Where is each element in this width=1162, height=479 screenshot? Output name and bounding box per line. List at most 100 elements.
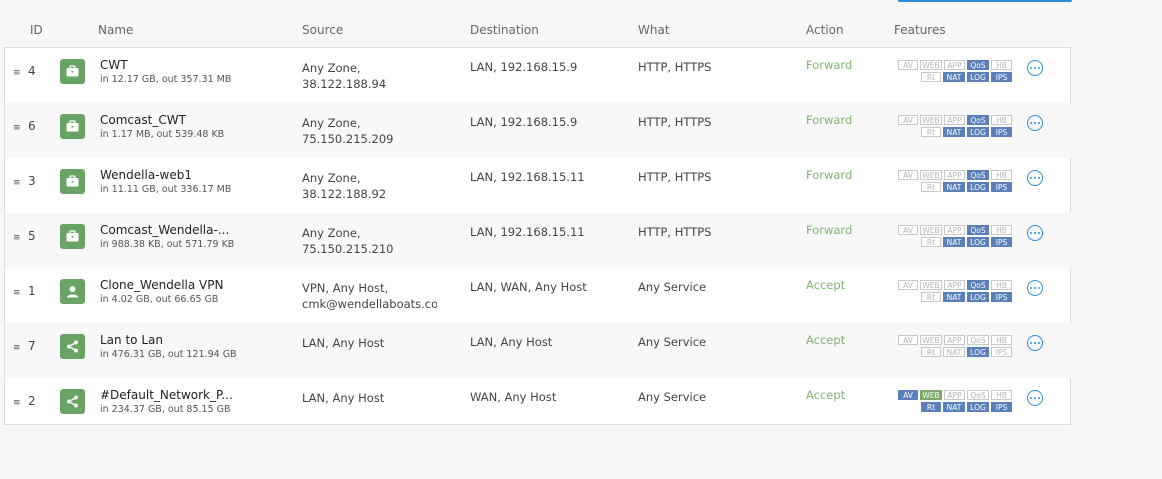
more-options-icon[interactable] <box>1027 225 1043 241</box>
briefcase-icon <box>60 114 85 139</box>
rule-traffic: in 1.17 MB, out 539.48 KB <box>100 129 225 140</box>
briefcase-icon <box>60 224 85 249</box>
rule-source: Any Zone, 75.150.215.210 <box>302 225 437 257</box>
header-what[interactable]: What <box>638 23 670 37</box>
feature-badge-nat: NAT <box>943 347 965 357</box>
header-source[interactable]: Source <box>302 23 343 37</box>
rule-action: Forward <box>806 113 853 127</box>
drag-handle-icon[interactable]: ≡ <box>13 178 20 188</box>
rule-traffic: in 4.02 GB, out 66.65 GB <box>100 294 219 305</box>
header-name[interactable]: Name <box>98 23 133 37</box>
feature-badge-web: WEB <box>920 60 942 70</box>
feature-badges: AV WEB APP QoS HB Rt NAT LOG IPS <box>893 170 1013 192</box>
feature-badge-hb: HB <box>991 60 1012 70</box>
rule-name[interactable]: Wendella-web1 <box>100 168 192 182</box>
feature-badge-rt: Rt <box>921 237 941 247</box>
rule-source: LAN, Any Host <box>302 335 437 351</box>
more-options-icon[interactable] <box>1027 335 1043 351</box>
rule-what: HTTP, HTTPS <box>638 170 712 184</box>
feature-badges: AV WEB APP QoS HB Rt NAT LOG IPS <box>893 335 1013 357</box>
feature-badges: AV WEB APP QoS HB Rt NAT LOG IPS <box>893 225 1013 247</box>
rule-action: Forward <box>806 58 853 72</box>
feature-badge-av: AV <box>898 115 918 125</box>
table-row[interactable]: ≡ 5 Comcast_Wendella-...in 988.38 KB, out … <box>5 213 1071 268</box>
feature-badge-qos: QoS <box>967 170 989 180</box>
header-features[interactable]: Features <box>894 23 946 37</box>
rule-destination: LAN, WAN, Any Host <box>470 280 587 294</box>
table-row[interactable]: ≡ 4 CWT in 12.17 GB, out 357.31 MB Any Zone,… <box>5 48 1071 103</box>
feature-badge-av: AV <box>898 280 918 290</box>
drag-handle-icon[interactable]: ≡ <box>13 343 20 353</box>
source-line-2: 75.150.215.209 <box>302 132 394 146</box>
rule-source: Any Zone, 75.150.215.209 <box>302 115 437 147</box>
feature-badge-ips: IPS <box>991 182 1012 192</box>
drag-handle-icon[interactable]: ≡ <box>13 123 20 133</box>
rule-traffic: in 11.11 GB, out 336.17 MB <box>100 184 232 195</box>
feature-badges: AV WEB APP QoS HB Rt NAT LOG IPS <box>893 280 1013 302</box>
feature-badge-hb: HB <box>991 225 1012 235</box>
table-row[interactable]: ≡ 1 Clone_Wendella VPN in 4.02 GB, out 66.6… <box>5 268 1071 323</box>
feature-badge-nat: NAT <box>943 72 965 82</box>
rule-source: LAN, Any Host <box>302 390 437 406</box>
feature-badge-qos: QoS <box>967 390 989 400</box>
rule-source: VPN, Any Host, cmk@wendellaboats.com <box>302 280 437 312</box>
source-line-1: Any Zone, <box>302 226 361 240</box>
feature-badge-qos: QoS <box>967 60 989 70</box>
rule-destination: LAN, 192.168.15.11 <box>470 170 585 184</box>
feature-badge-rt: Rt <box>921 182 941 192</box>
feature-badge-log: LOG <box>967 347 989 357</box>
drag-handle-icon[interactable]: ≡ <box>13 398 20 408</box>
rule-id: 3 <box>28 174 36 188</box>
rule-name[interactable]: #Default_Network_P... <box>100 388 233 402</box>
drag-handle-icon[interactable]: ≡ <box>13 233 20 243</box>
drag-handle-icon[interactable]: ≡ <box>13 288 20 298</box>
feature-badge-rt: Rt <box>921 292 941 302</box>
rule-name[interactable]: Comcast_CWT <box>100 113 186 127</box>
more-options-icon[interactable] <box>1027 115 1043 131</box>
rule-traffic: in 234.37 GB, out 85.15 GB <box>100 404 231 415</box>
feature-badge-rt: Rt <box>921 402 941 412</box>
rule-traffic: in 988.38 KB, out 571.79 KB <box>100 239 235 250</box>
feature-badge-ips: IPS <box>991 402 1012 412</box>
rule-name[interactable]: Comcast_Wendella-... <box>100 223 229 237</box>
source-line-2: cmk@wendellaboats.com <box>302 297 437 311</box>
feature-badges: AV WEB APP QoS HB Rt NAT LOG IPS <box>893 115 1013 137</box>
feature-badge-log: LOG <box>967 402 989 412</box>
feature-badge-rt: Rt <box>921 347 941 357</box>
source-line-1: LAN, Any Host <box>302 391 385 405</box>
rule-id: 6 <box>28 119 36 133</box>
more-options-icon[interactable] <box>1027 390 1043 406</box>
feature-badge-ips: IPS <box>991 292 1012 302</box>
feature-badge-qos: QoS <box>967 335 989 345</box>
feature-badge-av: AV <box>898 390 918 400</box>
header-destination[interactable]: Destination <box>470 23 539 37</box>
briefcase-icon <box>60 59 85 84</box>
user-icon <box>60 279 85 304</box>
feature-badge-nat: NAT <box>943 402 965 412</box>
table-row[interactable]: ≡ 3 Wendella-web1 in 11.11 GB, out 336.17 M… <box>5 158 1071 213</box>
rule-id: 7 <box>28 339 36 353</box>
more-options-icon[interactable] <box>1027 60 1043 76</box>
header-action[interactable]: Action <box>806 23 844 37</box>
more-options-icon[interactable] <box>1027 280 1043 296</box>
more-options-icon[interactable] <box>1027 170 1043 186</box>
feature-badge-hb: HB <box>991 280 1012 290</box>
table-row[interactable]: ≡ 2 #Default_Network_P... in 234.37 GB, out… <box>5 378 1071 433</box>
feature-badge-app: APP <box>944 170 965 180</box>
feature-badge-app: APP <box>944 115 965 125</box>
table-row[interactable]: ≡ 6 Comcast_CWTin 1.17 MB, out 539.48 KB An… <box>5 103 1071 158</box>
feature-badge-hb: HB <box>991 115 1012 125</box>
rule-id: 5 <box>28 229 36 243</box>
header-id[interactable]: ID <box>30 23 43 37</box>
rule-what: HTTP, HTTPS <box>638 225 712 239</box>
table-row[interactable]: ≡ 7 Lan to Lan in 476.31 GB, out 121.94 GB L… <box>5 323 1071 378</box>
feature-badge-hb: HB <box>991 390 1012 400</box>
rule-name[interactable]: CWT <box>100 58 128 72</box>
rule-name[interactable]: Lan to Lan <box>100 333 163 347</box>
source-line-2: 38.122.188.94 <box>302 77 387 91</box>
add-rule-button[interactable] <box>898 0 1072 2</box>
rule-name[interactable]: Clone_Wendella VPN <box>100 278 223 292</box>
drag-handle-icon[interactable]: ≡ <box>13 68 20 78</box>
rule-what: Any Service <box>638 335 707 349</box>
source-line-2: 75.150.215.210 <box>302 242 394 256</box>
